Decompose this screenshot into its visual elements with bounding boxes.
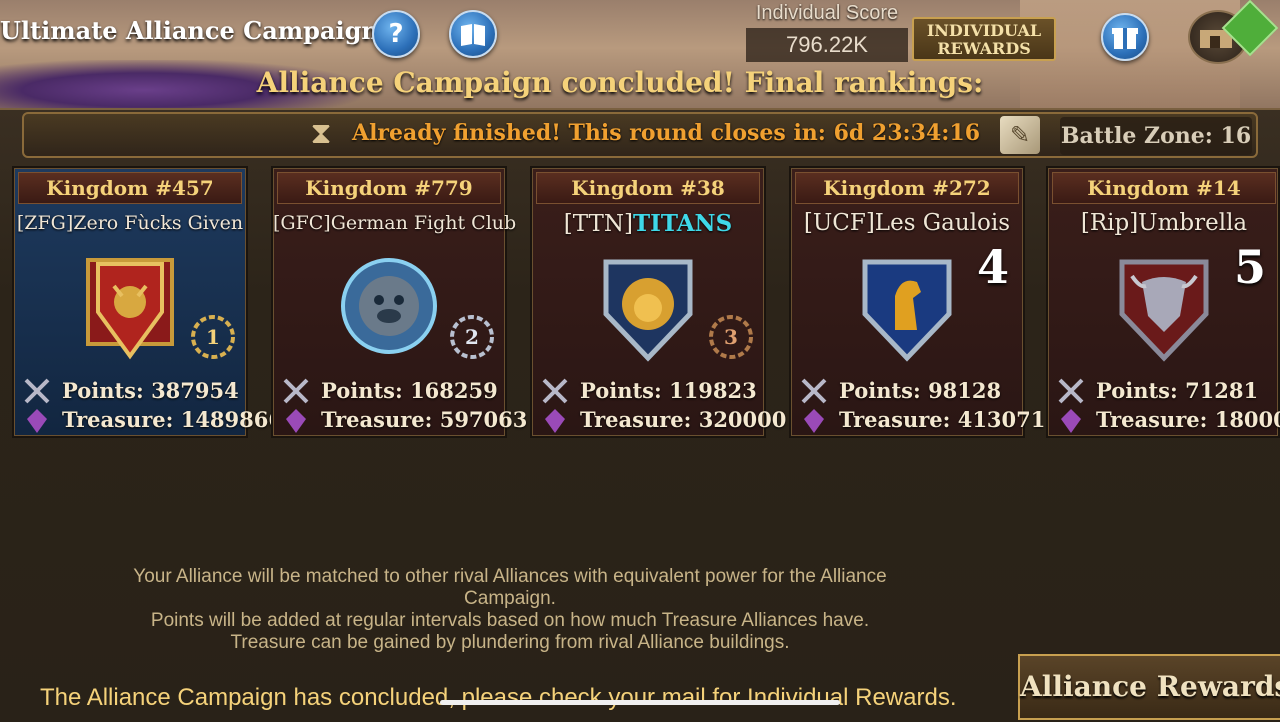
description-line: Points will be added at regular interval… [150,610,870,631]
kingdom-card-2[interactable]: Kingdom #779 [GFC]German Fight Club 2 Po… [271,166,527,438]
individual-rewards-label-2: REWARDS [937,39,1031,58]
lion-emblem-icon [603,259,693,362]
kingdom-title: Kingdom #38 [536,172,760,204]
alliance-name: [TTN]TITANS [532,210,764,237]
kingdom-title: Kingdom #457 [18,172,242,204]
alliance-tag: [TTN] [563,211,633,237]
svg-text:1: 1 [206,325,220,349]
treasure-value: Treasure: 413071 [839,407,1046,432]
crossed-swords-icon [283,378,309,404]
treasure-crystal-icon [286,409,306,433]
svg-text:2: 2 [465,325,479,349]
rank-1-medal-icon: 1 [191,315,235,359]
alliance-name: [ZFG]Zero Fùcks Given [16,212,244,234]
individual-rewards-button[interactable]: INDIVIDUAL REWARDS [912,17,1056,61]
alliance-title: TITANS [632,210,733,237]
kingdom-card-1[interactable]: Kingdom #457 [ZFG]Zero Fùcks Given 1 Poi… [12,166,283,438]
campaign-description: Your Alliance will be matched to other r… [40,566,980,654]
crossed-swords-icon [542,378,568,404]
treasure-crystal-icon [545,409,565,433]
book-icon [461,24,485,46]
final-rankings-banner: Alliance Campaign concluded! Final ranki… [256,66,984,99]
kingdom-card-5[interactable]: Kingdom #14 [Rip]Umbrella 5 Points: 7128… [1046,166,1280,438]
gift-button[interactable] [1101,13,1149,61]
description-line: Campaign. [464,588,556,609]
hourglass-icon: ⧗ [310,116,332,151]
individual-score-label: Individual Score [755,2,899,24]
description-line: Your Alliance will be matched to other r… [133,566,887,587]
bull-skull-emblem-icon [1119,259,1209,362]
kingdom-card-4[interactable]: Kingdom #272 [UCF]Les Gaulois 4 Points: … [789,166,1045,438]
crossed-swords-icon [24,378,50,404]
points-value: Points: 168259 [321,378,498,403]
page-title: Ultimate Alliance Campaign [0,16,379,45]
gift-icon [1112,28,1138,49]
battle-zone: Battle Zone: 16 [1060,117,1252,155]
alliance-name: [Rip]Umbrella [1080,210,1248,236]
concluded-message: The Alliance Campaign has concluded, ple… [40,684,957,711]
treasure-value: Treasure: 597063 [321,407,528,432]
individual-score-value: 796.22K [746,28,908,62]
home-indicator[interactable] [440,700,840,705]
alliance-name: [GFC]German Fight Club [273,212,517,234]
treasure-value: Treasure: 180000 [1096,407,1280,432]
points-value: Points: 387954 [62,378,239,403]
dragon-skull-emblem-icon [86,258,174,360]
treasure-value: Treasure: 320000 [580,407,787,432]
bulldog-emblem-icon [341,258,437,354]
kingdom-card-3[interactable]: Kingdom #38 [TTN]TITANS 3 Points: 119823… [530,166,786,438]
rank-number: 4 [977,240,1010,294]
crossed-swords-icon [1058,378,1084,404]
individual-score: Individual Score 796.22K [746,0,908,62]
rank-3-medal-icon: 3 [709,315,753,359]
points-value: Points: 119823 [580,378,757,403]
treasure-crystal-icon [1061,409,1081,433]
kingdom-title: Kingdom #14 [1052,172,1276,204]
svg-text:3: 3 [724,325,738,349]
alliance-rewards-button[interactable]: Alliance Rewards [1018,654,1280,720]
description-line: Treasure can be gained by plundering fro… [230,632,790,653]
points-value: Points: 98128 [839,378,1002,403]
crossed-swords-icon [801,378,827,404]
rank-2-medal-icon: 2 [450,315,494,359]
round-timer: Already finished! This round closes in: … [352,120,981,146]
question-icon: ? [388,19,404,49]
rooster-emblem-icon [862,259,952,362]
quill-scroll-icon[interactable]: ✎ [1000,116,1040,154]
points-value: Points: 71281 [1096,378,1259,403]
treasure-value: Treasure: 1489866 [62,407,283,432]
treasure-crystal-icon [804,409,824,433]
kingdom-title: Kingdom #272 [795,172,1019,204]
treasure-crystal-icon [27,409,47,433]
kingdom-title: Kingdom #779 [277,172,501,204]
guide-button[interactable] [449,10,497,58]
alliance-name: [UCF]Les Gaulois [803,210,1011,236]
help-button[interactable]: ? [372,10,420,58]
individual-rewards-label-1: INDIVIDUAL [926,21,1042,40]
rank-number: 5 [1234,240,1267,294]
